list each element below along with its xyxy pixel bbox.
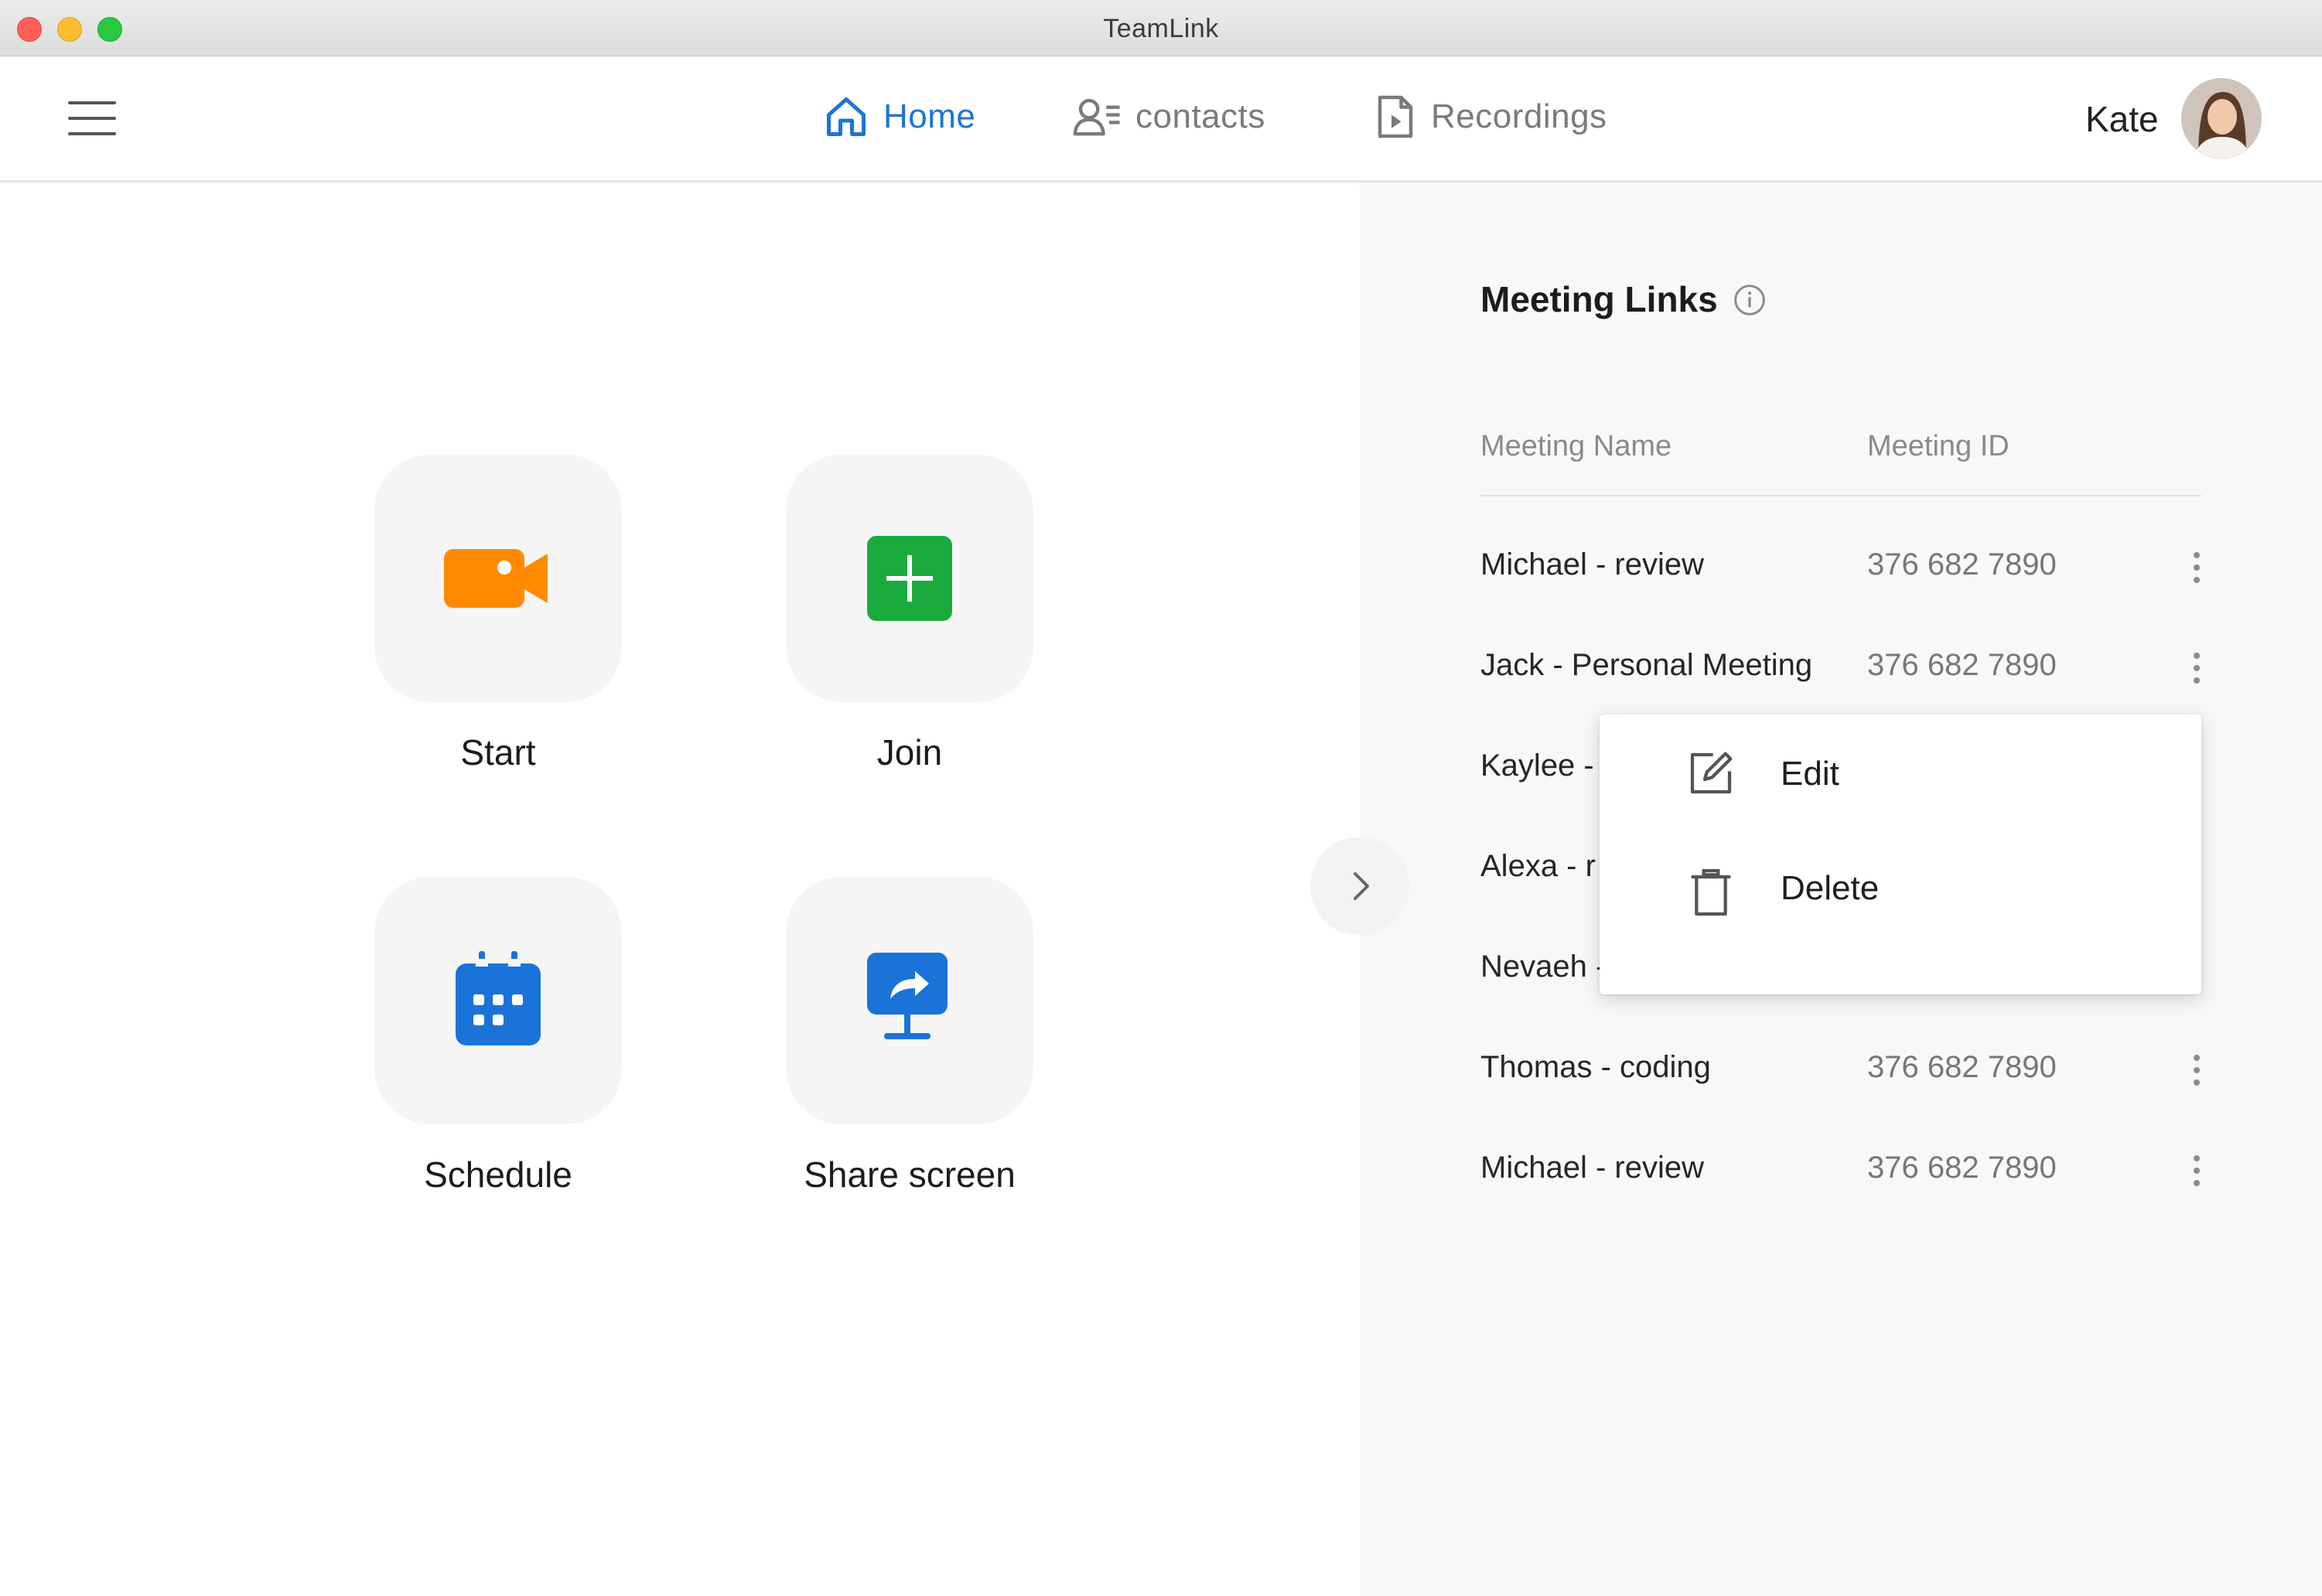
schedule-label: Schedule xyxy=(424,1154,572,1195)
start-meeting-button[interactable] xyxy=(374,455,622,702)
plus-icon xyxy=(867,536,952,621)
join-meeting-button[interactable] xyxy=(786,455,1033,702)
header-divider xyxy=(1480,495,2201,496)
top-nav: Home contacts Recordings Kate xyxy=(0,56,2322,182)
more-options-icon[interactable] xyxy=(2183,1049,2211,1092)
nav-tab-contacts-label: contacts xyxy=(1135,97,1265,135)
more-options-icon[interactable] xyxy=(2183,646,2211,690)
row-context-menu: Edit Delete xyxy=(1600,714,2201,994)
delete-menu-item[interactable]: Delete xyxy=(1600,838,2201,954)
user-name: Kate xyxy=(2085,99,2159,139)
hamburger-menu-icon[interactable] xyxy=(68,101,116,135)
share-screen-button[interactable] xyxy=(786,877,1033,1124)
start-label: Start xyxy=(460,732,536,772)
collapse-panel-button[interactable] xyxy=(1310,837,1409,936)
more-options-icon[interactable] xyxy=(2183,546,2211,589)
meeting-row-name: Nevaeh - xyxy=(1480,950,1607,984)
nav-tab-home[interactable]: Home xyxy=(823,87,975,146)
recording-file-icon xyxy=(1378,95,1413,138)
meeting-row-name: Michael - review xyxy=(1480,1151,1704,1185)
edit-label: Edit xyxy=(1781,755,1839,793)
meeting-row-id: 376 682 7890 xyxy=(1867,1151,2057,1185)
nav-tab-home-label: Home xyxy=(883,97,976,135)
meeting-row-name: Jack - Personal Meeting xyxy=(1480,648,1813,682)
meeting-row-name: Alexa - r xyxy=(1480,849,1596,883)
contacts-icon xyxy=(1073,98,1120,136)
window-title: TeamLink xyxy=(1103,14,1219,43)
nav-tab-recordings-label: Recordings xyxy=(1431,97,1607,135)
column-header-meeting-name: Meeting Name xyxy=(1480,430,1672,462)
actions-pane xyxy=(0,182,1360,1596)
info-icon[interactable] xyxy=(1733,283,1767,317)
trash-icon xyxy=(1691,868,1731,916)
meeting-row-id: 376 682 7890 xyxy=(1867,547,2057,581)
home-icon xyxy=(827,97,866,136)
meeting-row-id: 376 682 7890 xyxy=(1867,1050,2057,1084)
meeting-links-title: Meeting Links xyxy=(1480,279,1718,319)
video-camera-icon xyxy=(444,549,548,608)
meeting-row-name: Kaylee - xyxy=(1480,749,1594,783)
calendar-icon xyxy=(456,951,541,1045)
edit-menu-item[interactable]: Edit xyxy=(1600,714,2201,830)
app-window: TeamLink Home contacts Recordings Kate S… xyxy=(0,0,2322,1596)
schedule-meeting-button[interactable] xyxy=(374,877,622,1124)
share-screen-label: Share screen xyxy=(804,1154,1016,1195)
more-options-icon[interactable] xyxy=(2183,1149,2211,1192)
meeting-row-name: Thomas - coding xyxy=(1480,1050,1711,1084)
meeting-row-name: Michael - review xyxy=(1480,547,1704,581)
share-screen-icon xyxy=(867,953,948,1039)
title-bar: TeamLink xyxy=(0,0,2322,56)
meeting-row-id: 376 682 7890 xyxy=(1867,648,2057,682)
user-avatar[interactable] xyxy=(2181,78,2262,159)
chevron-right-icon xyxy=(1354,872,1369,900)
edit-icon xyxy=(1690,752,1733,794)
join-label: Join xyxy=(876,732,943,772)
nav-tab-contacts[interactable]: contacts xyxy=(1072,87,1265,146)
nav-tab-recordings[interactable]: Recordings xyxy=(1374,87,1607,146)
delete-label: Delete xyxy=(1781,869,1880,907)
column-header-meeting-id: Meeting ID xyxy=(1867,430,2010,462)
